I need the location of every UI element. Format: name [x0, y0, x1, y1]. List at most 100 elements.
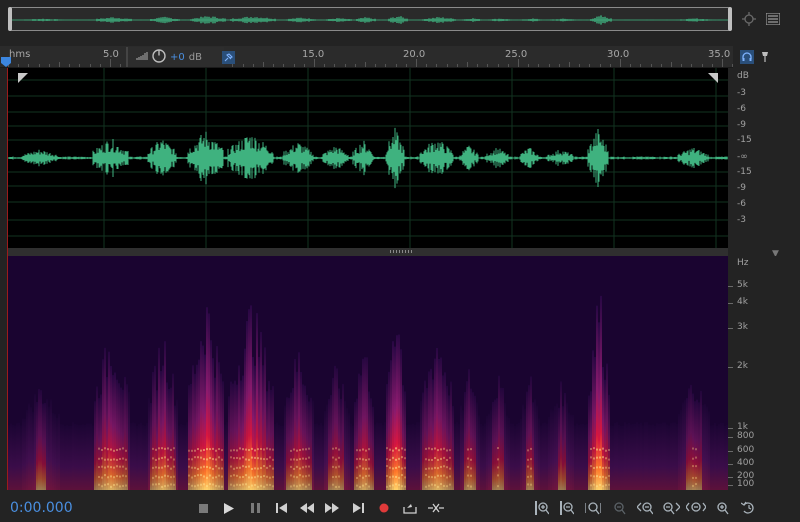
zoom-in-amplitude-icon[interactable]: [532, 499, 552, 517]
frequency-label: 2k: [737, 361, 748, 371]
zoom-reset-icon[interactable]: [712, 499, 732, 517]
overview-handle-right[interactable]: [728, 7, 732, 31]
ruler-tick: [89, 64, 91, 67]
ruler-tick: [722, 59, 723, 67]
amplitude-label: -9: [737, 183, 746, 193]
ruler-tick: [599, 64, 601, 67]
divider-grip-icon[interactable]: [390, 250, 412, 253]
ruler-tick: [569, 62, 570, 67]
ruler-tick: [558, 64, 560, 67]
ruler-tick: [232, 64, 234, 67]
skip-selection-button[interactable]: [400, 499, 420, 517]
ruler-tick: [334, 64, 336, 67]
ruler-tick: [467, 62, 468, 67]
ruler-tick: [701, 64, 703, 67]
zoom-out-amplitude-icon[interactable]: [557, 499, 577, 517]
ruler-tick: [630, 64, 632, 67]
frequency-tick: [728, 286, 733, 287]
ruler-tick: [385, 64, 387, 67]
ruler-tick: [579, 64, 581, 67]
frequency-label: 600: [737, 445, 755, 455]
gain-value: +0: [170, 51, 185, 63]
amplitude-unit: dB: [737, 71, 749, 81]
frequency-label: 5k: [737, 280, 748, 290]
zoom-out-full-icon[interactable]: [686, 499, 706, 517]
zoom-to-selection-icon[interactable]: [583, 499, 603, 517]
zoom-history-icon[interactable]: [739, 499, 759, 517]
ruler-tick: [365, 62, 366, 67]
headphones-icon[interactable]: [740, 50, 754, 64]
loop-button[interactable]: [426, 499, 446, 517]
time-display: 0:00.000: [10, 500, 73, 516]
zoom-in-right-icon[interactable]: [661, 499, 681, 517]
pause-button[interactable]: [245, 499, 265, 517]
zoom-target-icon[interactable]: [740, 10, 758, 28]
ruler-tick: [110, 59, 111, 67]
overview-waveform: [9, 15, 731, 25]
frequency-label: 4k: [737, 297, 748, 307]
frequency-label: 3k: [737, 322, 748, 332]
stop-button[interactable]: [193, 499, 213, 517]
ruler-tick: [528, 64, 530, 67]
ruler-tick: [681, 64, 683, 67]
gain-hud[interactable]: +0 dB: [126, 47, 224, 67]
ruler-tick-label: 30.0: [607, 49, 630, 60]
ruler-tick: [28, 64, 30, 67]
amplitude-label: -15: [737, 167, 752, 177]
overview-track[interactable]: [8, 7, 732, 31]
overview-handle-left[interactable]: [8, 7, 12, 31]
ruler-tick: [436, 64, 438, 67]
overview-navigator[interactable]: [0, 0, 800, 42]
spectral-view[interactable]: [8, 256, 728, 490]
ruler-tick: [59, 62, 60, 67]
waveform-view[interactable]: [8, 68, 728, 248]
play-button[interactable]: [219, 499, 239, 517]
ruler-tick: [477, 64, 479, 67]
frequency-tick: [728, 437, 733, 438]
ruler-tick: [426, 64, 428, 67]
ruler-tick: [405, 64, 407, 67]
hamburger-icon[interactable]: [764, 10, 782, 28]
ruler-tick: [416, 59, 417, 67]
frequency-label: 400: [737, 458, 755, 468]
level-meter-icon: [136, 51, 148, 64]
ruler-tick: [660, 64, 662, 67]
record-button[interactable]: [374, 499, 394, 517]
gain-unit: dB: [188, 51, 202, 63]
ruler-tick-label: 20.0: [403, 49, 426, 60]
pin-icon[interactable]: [222, 51, 235, 64]
ruler-tick: [283, 64, 285, 67]
ruler-tick: [273, 64, 275, 67]
ruler-tick: [252, 64, 254, 67]
move-to-start-button[interactable]: [271, 499, 291, 517]
ruler-tick: [456, 64, 458, 67]
ruler-tick: [671, 62, 672, 67]
time-ruler[interactable]: hms 5.0 15.0 20.0 25.0 30.0 35.0: [0, 46, 744, 68]
ruler-tick: [69, 64, 71, 67]
frequency-tick: [728, 328, 733, 329]
waveform: [8, 68, 728, 248]
zoom-in-time-disabled-icon[interactable]: [609, 499, 629, 517]
ruler-tick: [354, 64, 356, 67]
ruler-tick: [79, 64, 81, 67]
frequency-tick: [728, 303, 733, 304]
frequency-tick: [728, 477, 733, 478]
spectrogram: [8, 256, 728, 490]
frequency-tick: [728, 367, 733, 368]
ruler-tick: [263, 62, 264, 67]
amplitude-label: -∞: [737, 152, 748, 162]
view-divider[interactable]: [8, 248, 728, 256]
rewind-button[interactable]: [297, 499, 317, 517]
ruler-tick: [691, 64, 693, 67]
ruler-tick-label: 25.0: [505, 49, 528, 60]
fast-forward-button[interactable]: [322, 499, 342, 517]
frequency-label: 800: [737, 431, 755, 441]
ruler-tick: [446, 64, 448, 67]
volume-knob-icon[interactable]: [152, 48, 166, 66]
marker-pin-icon[interactable]: [758, 50, 772, 64]
frequency-tick: [728, 485, 733, 486]
zoom-in-left-icon[interactable]: [635, 499, 655, 517]
amplitude-label: -3: [737, 88, 746, 98]
move-to-end-button[interactable]: [348, 499, 368, 517]
frequency-unit: Hz: [737, 258, 749, 268]
